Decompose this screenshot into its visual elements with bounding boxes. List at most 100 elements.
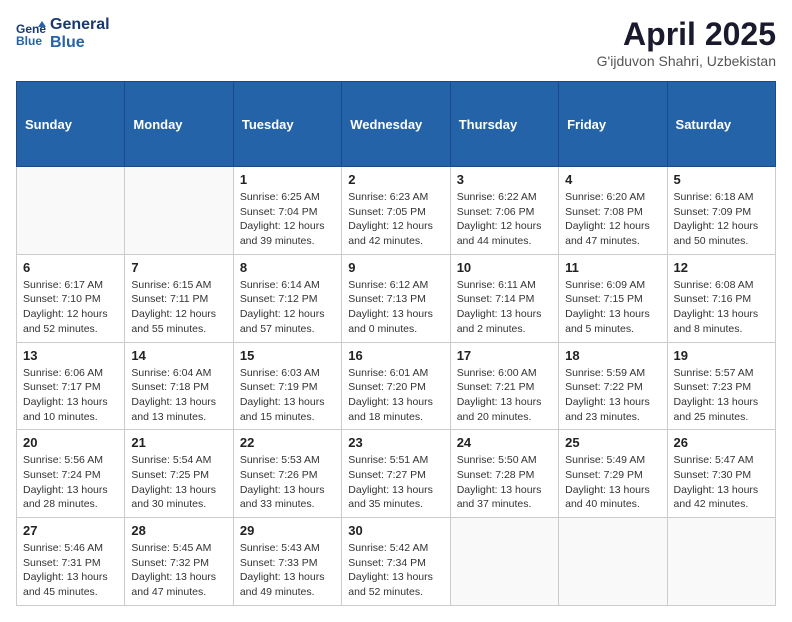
calendar-day-cell: 26Sunrise: 5:47 AMSunset: 7:30 PMDayligh… — [667, 430, 775, 518]
weekday-header-cell: Sunday — [17, 82, 125, 167]
calendar-day-cell: 29 Sunrise: 5:43 AMSunset: 7:33 PMDayligh… — [233, 518, 341, 606]
svg-text:Blue: Blue — [16, 34, 42, 48]
day-info: Sunrise: 6:11 AMSunset: 7:14 PMDaylight:… — [457, 278, 552, 337]
month-title: April 2025 — [597, 16, 776, 53]
day-info: Sunrise: 5:53 AMSunset: 7:26 PMDaylight:… — [240, 453, 335, 512]
calendar-day-cell: 24Sunrise: 5:50 AMSunset: 7:28 PMDayligh… — [450, 430, 558, 518]
day-info: Sunrise: 5:57 AMSunset: 7:23 PMDaylight:… — [674, 366, 769, 425]
calendar-day-cell: 22 Sunrise: 5:53 AMSunset: 7:26 PMDayligh… — [233, 430, 341, 518]
calendar-day-cell: 13 Sunrise: 6:06 AMSunset: 7:17 PMDayligh… — [17, 342, 125, 430]
day-number: 8 — [240, 260, 335, 275]
calendar-day-cell: 5 Sunrise: 6:18 AMSunset: 7:09 PMDaylight… — [667, 167, 775, 255]
day-info: Sunrise: 6:03 AMSunset: 7:19 PMDaylight:… — [240, 366, 335, 425]
day-info: Sunrise: 6:04 AMSunset: 7:18 PMDaylight:… — [131, 366, 226, 425]
weekday-header-cell: Monday — [125, 82, 233, 167]
day-number: 11 — [565, 260, 660, 275]
logo: General Blue General Blue — [16, 16, 110, 51]
day-number: 27 — [23, 523, 118, 538]
calendar-day-cell: 14Sunrise: 6:04 AMSunset: 7:18 PMDayligh… — [125, 342, 233, 430]
day-info: Sunrise: 5:45 AMSunset: 7:32 PMDaylight:… — [131, 541, 226, 600]
calendar-day-cell: 3Sunrise: 6:22 AMSunset: 7:06 PMDaylight… — [450, 167, 558, 255]
day-info: Sunrise: 5:51 AMSunset: 7:27 PMDaylight:… — [348, 453, 443, 512]
calendar-day-cell: 4Sunrise: 6:20 AMSunset: 7:08 PMDaylight… — [559, 167, 667, 255]
weekday-header-row: SundayMondayTuesdayWednesdayThursdayFrid… — [17, 82, 776, 167]
calendar-day-cell — [559, 518, 667, 606]
day-info: Sunrise: 5:43 AMSunset: 7:33 PMDaylight:… — [240, 541, 335, 600]
day-number: 21 — [131, 435, 226, 450]
calendar-day-cell — [17, 167, 125, 255]
day-info: Sunrise: 5:56 AMSunset: 7:24 PMDaylight:… — [23, 453, 118, 512]
calendar-day-cell: 11 Sunrise: 6:09 AMSunset: 7:15 PMDayligh… — [559, 254, 667, 342]
day-info: Sunrise: 6:14 AMSunset: 7:12 PMDaylight:… — [240, 278, 335, 337]
day-number: 12 — [674, 260, 769, 275]
day-info: Sunrise: 5:46 AMSunset: 7:31 PMDaylight:… — [23, 541, 118, 600]
day-info: Sunrise: 6:17 AMSunset: 7:10 PMDaylight:… — [23, 278, 118, 337]
logo-line2: Blue — [50, 34, 110, 52]
day-number: 10 — [457, 260, 552, 275]
day-number: 19 — [674, 348, 769, 363]
calendar-day-cell: 25Sunrise: 5:49 AMSunset: 7:29 PMDayligh… — [559, 430, 667, 518]
title-area: April 2025 G'ijduvon Shahri, Uzbekistan — [597, 16, 776, 69]
day-info: Sunrise: 6:00 AMSunset: 7:21 PMDaylight:… — [457, 366, 552, 425]
day-number: 16 — [348, 348, 443, 363]
day-info: Sunrise: 6:09 AMSunset: 7:15 PMDaylight:… — [565, 278, 660, 337]
day-number: 13 — [23, 348, 118, 363]
day-number: 2 — [348, 172, 443, 187]
calendar-day-cell: 28 Sunrise: 5:45 AMSunset: 7:32 PMDayligh… — [125, 518, 233, 606]
day-number: 7 — [131, 260, 226, 275]
day-info: Sunrise: 6:06 AMSunset: 7:17 PMDaylight:… — [23, 366, 118, 425]
location: G'ijduvon Shahri, Uzbekistan — [597, 53, 776, 69]
calendar-day-cell — [667, 518, 775, 606]
day-info: Sunrise: 6:23 AMSunset: 7:05 PMDaylight:… — [348, 190, 443, 249]
calendar-day-cell: 21 Sunrise: 5:54 AMSunset: 7:25 PMDayligh… — [125, 430, 233, 518]
day-number: 26 — [674, 435, 769, 450]
weekday-header-cell: Wednesday — [342, 82, 450, 167]
calendar-day-cell: 7 Sunrise: 6:15 AMSunset: 7:11 PMDaylight… — [125, 254, 233, 342]
calendar-day-cell: 15 Sunrise: 6:03 AMSunset: 7:19 PMDayligh… — [233, 342, 341, 430]
day-number: 17 — [457, 348, 552, 363]
day-number: 5 — [674, 172, 769, 187]
day-info: Sunrise: 6:25 AMSunset: 7:04 PMDaylight:… — [240, 190, 335, 249]
calendar-day-cell: 12 Sunrise: 6:08 AMSunset: 7:16 PMDayligh… — [667, 254, 775, 342]
calendar-day-cell: 1Sunrise: 6:25 AMSunset: 7:04 PMDaylight… — [233, 167, 341, 255]
calendar-week-row: 13 Sunrise: 6:06 AMSunset: 7:17 PMDayligh… — [17, 342, 776, 430]
logo-line1: General — [50, 16, 110, 34]
day-number: 20 — [23, 435, 118, 450]
day-number: 15 — [240, 348, 335, 363]
calendar-day-cell: 20 Sunrise: 5:56 AMSunset: 7:24 PMDayligh… — [17, 430, 125, 518]
calendar-day-cell: 2 Sunrise: 6:23 AMSunset: 7:05 PMDaylight… — [342, 167, 450, 255]
day-info: Sunrise: 5:54 AMSunset: 7:25 PMDaylight:… — [131, 453, 226, 512]
day-number: 25 — [565, 435, 660, 450]
calendar-day-cell: 8 Sunrise: 6:14 AMSunset: 7:12 PMDaylight… — [233, 254, 341, 342]
day-info: Sunrise: 6:18 AMSunset: 7:09 PMDaylight:… — [674, 190, 769, 249]
calendar-day-cell: 16 Sunrise: 6:01 AMSunset: 7:20 PMDayligh… — [342, 342, 450, 430]
calendar-day-cell: 23 Sunrise: 5:51 AMSunset: 7:27 PMDayligh… — [342, 430, 450, 518]
calendar-week-row: 1Sunrise: 6:25 AMSunset: 7:04 PMDaylight… — [17, 167, 776, 255]
calendar-week-row: 20 Sunrise: 5:56 AMSunset: 7:24 PMDayligh… — [17, 430, 776, 518]
day-number: 6 — [23, 260, 118, 275]
calendar-day-cell: 30 Sunrise: 5:42 AMSunset: 7:34 PMDayligh… — [342, 518, 450, 606]
calendar-day-cell: 10 Sunrise: 6:11 AMSunset: 7:14 PMDayligh… — [450, 254, 558, 342]
day-info: Sunrise: 6:12 AMSunset: 7:13 PMDaylight:… — [348, 278, 443, 337]
calendar-week-row: 27 Sunrise: 5:46 AMSunset: 7:31 PMDayligh… — [17, 518, 776, 606]
day-info: Sunrise: 6:01 AMSunset: 7:20 PMDaylight:… — [348, 366, 443, 425]
day-number: 22 — [240, 435, 335, 450]
day-info: Sunrise: 6:15 AMSunset: 7:11 PMDaylight:… — [131, 278, 226, 337]
day-info: Sunrise: 6:08 AMSunset: 7:16 PMDaylight:… — [674, 278, 769, 337]
day-number: 3 — [457, 172, 552, 187]
day-number: 29 — [240, 523, 335, 538]
day-info: Sunrise: 5:42 AMSunset: 7:34 PMDaylight:… — [348, 541, 443, 600]
calendar-day-cell: 27 Sunrise: 5:46 AMSunset: 7:31 PMDayligh… — [17, 518, 125, 606]
calendar-day-cell: 17 Sunrise: 6:00 AMSunset: 7:21 PMDayligh… — [450, 342, 558, 430]
day-number: 24 — [457, 435, 552, 450]
day-number: 30 — [348, 523, 443, 538]
day-number: 28 — [131, 523, 226, 538]
day-number: 9 — [348, 260, 443, 275]
calendar-day-cell: 19 Sunrise: 5:57 AMSunset: 7:23 PMDayligh… — [667, 342, 775, 430]
calendar-day-cell: 6 Sunrise: 6:17 AMSunset: 7:10 PMDaylight… — [17, 254, 125, 342]
day-number: 23 — [348, 435, 443, 450]
day-number: 4 — [565, 172, 660, 187]
page-header: General Blue General Blue April 2025 G'i… — [16, 16, 776, 69]
weekday-header-cell: Saturday — [667, 82, 775, 167]
logo-icon: General Blue — [16, 19, 46, 49]
